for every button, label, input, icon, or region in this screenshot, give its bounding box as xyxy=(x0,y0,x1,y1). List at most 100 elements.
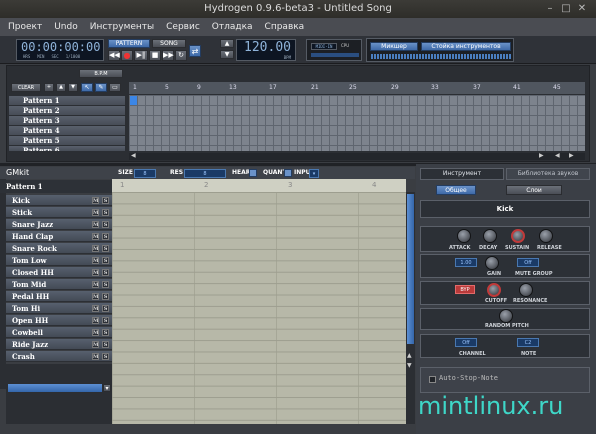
solo-button[interactable]: S xyxy=(102,341,109,348)
menu-instruments[interactable]: Инструменты xyxy=(90,22,154,32)
menu-undo[interactable]: Undo xyxy=(54,22,78,32)
decay-knob[interactable] xyxy=(483,229,497,243)
pattern-row[interactable]: Pattern 2 xyxy=(9,106,125,116)
mute-button[interactable]: M xyxy=(92,233,99,240)
instrument-row[interactable]: Snare Rock M S xyxy=(6,243,112,254)
close-icon[interactable]: ✕ xyxy=(576,3,588,15)
menu-debug[interactable]: Отладка xyxy=(212,22,253,32)
size-select[interactable]: 8 xyxy=(134,169,156,178)
move-down-icon[interactable]: ▼ xyxy=(68,83,78,92)
move-up-icon[interactable]: ▲ xyxy=(56,83,66,92)
menu-service[interactable]: Сервис xyxy=(166,22,200,32)
instrument-row[interactable]: Crash M S xyxy=(6,351,112,362)
solo-button[interactable]: S xyxy=(102,245,109,252)
pattern-row[interactable]: Pattern 6 xyxy=(9,146,125,152)
add-pattern-icon[interactable]: + xyxy=(44,83,54,92)
bpm-up-button[interactable]: ▲ xyxy=(220,39,234,48)
solo-button[interactable]: S xyxy=(102,221,109,228)
song-grid[interactable] xyxy=(129,95,585,151)
mute-button[interactable]: M xyxy=(92,257,99,264)
general-tab-button[interactable]: Общее xyxy=(436,185,476,195)
solo-button[interactable]: S xyxy=(102,281,109,288)
stop-button[interactable]: ■ xyxy=(149,50,161,61)
solo-button[interactable]: S xyxy=(102,233,109,240)
release-knob[interactable] xyxy=(539,229,553,243)
maximize-icon[interactable]: □ xyxy=(560,3,572,15)
solo-button[interactable]: S xyxy=(102,257,109,264)
bpm-down-button[interactable]: ▼ xyxy=(220,50,234,59)
loop-button[interactable]: ↻ xyxy=(175,50,187,61)
tab-instrument[interactable]: Инструмент xyxy=(420,168,504,180)
input-select[interactable]: ▾ xyxy=(309,169,319,178)
quant-toggle[interactable] xyxy=(284,169,292,177)
instrument-row[interactable]: Snare Jazz M S xyxy=(6,219,112,230)
solo-button[interactable]: S xyxy=(102,293,109,300)
forward-button[interactable]: ▶▶ xyxy=(162,50,174,61)
play-button[interactable]: ▶‖ xyxy=(134,50,148,61)
instrument-row[interactable]: Tom Low M S xyxy=(6,255,112,266)
mute-button[interactable]: M xyxy=(92,329,99,336)
instrument-row[interactable]: Open HH M S xyxy=(6,315,112,326)
scroll-thumb[interactable] xyxy=(407,194,414,344)
solo-button[interactable]: S xyxy=(102,329,109,336)
mute-button[interactable]: M xyxy=(92,317,99,324)
minimize-icon[interactable]: – xyxy=(544,3,556,15)
layers-tab-button[interactable]: Слои xyxy=(506,185,562,195)
solo-button[interactable]: S xyxy=(102,317,109,324)
random-pitch-knob[interactable] xyxy=(499,309,513,323)
toggle-mode-icon[interactable]: ▭ xyxy=(109,83,121,92)
mute-button[interactable]: M xyxy=(92,221,99,228)
instrument-row[interactable]: Tom Hi M S xyxy=(6,303,112,314)
mixer-button[interactable]: Микшер xyxy=(370,42,418,51)
menu-project[interactable]: Проект xyxy=(8,22,42,32)
zoom-out-icon[interactable]: ◀ xyxy=(555,152,560,159)
pattern-row[interactable]: Pattern 5 xyxy=(9,136,125,146)
resonance-knob[interactable] xyxy=(519,283,533,297)
scroll-left-icon[interactable]: ◀ xyxy=(131,152,136,159)
solo-button[interactable]: S xyxy=(102,269,109,276)
mute-button[interactable]: M xyxy=(92,305,99,312)
solo-button[interactable]: S xyxy=(102,305,109,312)
instrument-row[interactable]: Stick M S xyxy=(6,207,112,218)
scroll-down-icon[interactable]: ▼ xyxy=(407,362,412,369)
cutoff-knob[interactable] xyxy=(487,283,501,297)
menu-help[interactable]: Справка xyxy=(265,22,305,32)
instrument-row[interactable]: Closed HH M S xyxy=(6,267,112,278)
solo-button[interactable]: S xyxy=(102,353,109,360)
song-mode-button[interactable]: SONG xyxy=(152,39,186,48)
scroll-down-icon[interactable]: ▾ xyxy=(103,384,111,392)
mute-button[interactable]: M xyxy=(92,353,99,360)
draw-mode-icon[interactable]: ✎ xyxy=(95,83,107,92)
resolution-select[interactable]: 8 xyxy=(184,169,226,178)
scroll-up-icon[interactable]: ▲ xyxy=(407,352,412,359)
song-hscrollbar[interactable]: ◀ ▶ ◀ ▶ xyxy=(129,152,585,160)
mute-button[interactable]: M xyxy=(92,245,99,252)
pattern-row[interactable]: Pattern 4 xyxy=(9,126,125,136)
instrument-row[interactable]: Cowbell M S xyxy=(6,327,112,338)
pattern-mode-button[interactable]: PATTERN xyxy=(108,39,150,48)
filter-bypass-button[interactable]: BYP xyxy=(455,285,475,294)
mute-button[interactable]: M xyxy=(92,209,99,216)
metronome-icon[interactable]: ⇄ xyxy=(189,45,201,57)
pattern-row[interactable]: Pattern 1 xyxy=(9,96,125,106)
pattern-vscrollbar[interactable]: ▲ ▼ xyxy=(406,192,415,424)
sustain-knob[interactable] xyxy=(511,229,525,243)
mute-button[interactable]: M xyxy=(92,293,99,300)
instrument-row[interactable]: Hand Clap M S xyxy=(6,231,112,242)
instrument-rack-button[interactable]: Стойка инструментов xyxy=(421,42,511,51)
auto-stop-checkbox[interactable] xyxy=(429,376,436,383)
hear-toggle[interactable] xyxy=(249,169,257,177)
attack-knob[interactable] xyxy=(457,229,471,243)
instrument-list-hscrollbar[interactable] xyxy=(8,384,102,392)
zoom-in-icon[interactable]: ▶ xyxy=(569,152,574,159)
midi-note-value[interactable]: C2 xyxy=(517,338,539,347)
scroll-right-icon[interactable]: ▶ xyxy=(539,152,544,159)
instrument-row[interactable]: Kick M S xyxy=(6,195,112,206)
bpm-button[interactable]: B.P.M xyxy=(79,69,123,78)
solo-button[interactable]: S xyxy=(102,209,109,216)
mute-button[interactable]: M xyxy=(92,197,99,204)
instrument-row[interactable]: Pedal HH M S xyxy=(6,291,112,302)
song-ruler[interactable]: 1 5 9 13 17 21 25 29 33 37 41 45 xyxy=(129,82,585,94)
pattern-row[interactable]: Pattern 3 xyxy=(9,116,125,126)
mute-group-value[interactable]: Off xyxy=(517,258,539,267)
